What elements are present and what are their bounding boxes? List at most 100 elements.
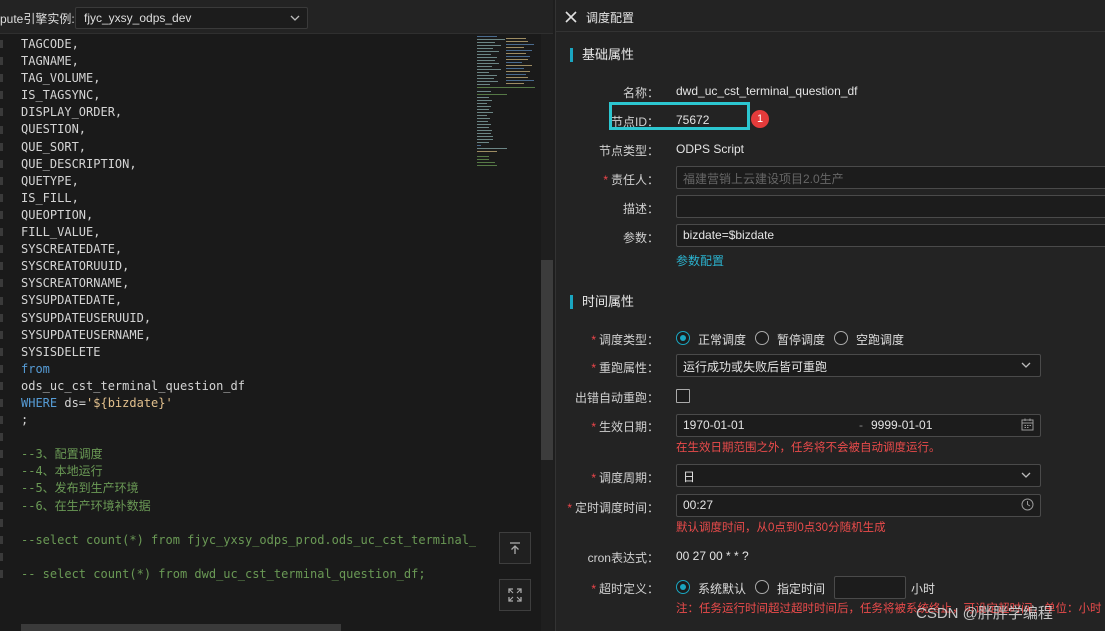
code-line[interactable]: SYSISDELETE — [21, 344, 476, 361]
code-line[interactable]: DISPLAY_ORDER, — [21, 104, 476, 121]
schedule-type-dryrun-label: 空跑调度 — [856, 333, 905, 347]
gutter-line-marker — [0, 399, 3, 408]
code-line[interactable]: ; — [21, 412, 476, 429]
arrow-up-icon — [510, 542, 520, 554]
scroll-to-top-button[interactable] — [499, 532, 531, 564]
gutter-line-marker — [0, 313, 3, 322]
code-line[interactable]: SYSUPDATEUSERNAME, — [21, 327, 476, 344]
name-label: 名称： — [622, 86, 659, 100]
timer-value: 00:27 — [683, 498, 714, 512]
engine-instance-select[interactable]: fjyc_yxsy_odps_dev — [75, 7, 308, 29]
params-input[interactable]: bizdate=$bizdate — [676, 224, 1105, 247]
gutter-line-marker — [0, 142, 3, 151]
horizontal-scrollbar-thumb[interactable] — [21, 624, 341, 631]
engine-instance-value: fjyc_yxsy_odps_dev — [84, 11, 192, 25]
schedule-config-panel: 调度配置 基础属性 名称： dwd_uc_cst_terminal_questi… — [555, 0, 1105, 631]
gutter-line-marker — [0, 382, 3, 390]
code-line[interactable]: from — [21, 361, 476, 378]
params-config-link[interactable]: 参数配置 — [676, 252, 724, 269]
code-line[interactable]: --5、发布到生产环境 — [21, 480, 476, 497]
gutter-line-marker — [0, 279, 3, 288]
effective-date-note: 在生效日期范围之外，任务将不会被自动调度运行。 — [676, 442, 941, 454]
code-line[interactable]: QUETYPE, — [21, 173, 476, 190]
gutter-line-marker — [0, 159, 3, 168]
gutter-line-marker — [0, 176, 3, 185]
code-line[interactable]: QUEOPTION, — [21, 207, 476, 224]
code-line[interactable]: TAGNAME, — [21, 53, 476, 70]
gutter-line-marker — [0, 553, 3, 561]
code-line[interactable]: SYSUPDATEUSERUUID, — [21, 310, 476, 327]
gutter-line-marker — [0, 193, 3, 202]
code-line[interactable]: --6、在生产环境补数据 — [21, 498, 476, 515]
code-line[interactable]: SYSCREATEDATE, — [21, 241, 476, 258]
timeout-unit-label: 小时 — [911, 582, 936, 596]
code-line[interactable]: QUE_DESCRIPTION, — [21, 156, 476, 173]
code-line[interactable] — [21, 515, 476, 532]
vertical-scrollbar-thumb[interactable] — [541, 260, 553, 460]
code-line[interactable] — [21, 429, 476, 446]
code-line[interactable]: IS_TAGSYNC, — [21, 87, 476, 104]
code-line[interactable]: --3、配置调度 — [21, 446, 476, 463]
gutter-line-marker — [0, 211, 3, 219]
code-line[interactable]: TAGCODE, — [21, 36, 476, 53]
cron-value: 00 27 00 * * ? — [676, 549, 749, 563]
timer-input[interactable]: 00:27 — [676, 494, 1041, 517]
code-line[interactable]: FILL_VALUE, — [21, 224, 476, 241]
node-type-value: ODPS Script — [676, 142, 745, 156]
effective-date-range[interactable]: 1970-01-01 - 9999-01-01 — [676, 414, 1041, 437]
close-icon[interactable] — [564, 6, 580, 26]
code-line[interactable]: --4、本地运行 — [21, 463, 476, 480]
description-label: 描述： — [622, 202, 659, 216]
description-input[interactable] — [676, 195, 1105, 218]
node-type-label: 节点类型： — [598, 144, 659, 158]
timeout-default-label: 系统默认 — [698, 582, 747, 596]
code-line[interactable]: SYSCREATORUUID, — [21, 258, 476, 275]
schedule-type-paused-radio[interactable] — [755, 331, 769, 345]
code-line[interactable]: -- select count(*) from dwd_uc_cst_termi… — [21, 566, 476, 583]
code-line[interactable]: QUESTION, — [21, 121, 476, 138]
schedule-type-dryrun-radio[interactable] — [834, 331, 848, 345]
timeout-default-radio[interactable] — [676, 580, 690, 594]
code-line[interactable]: QUE_SORT, — [21, 139, 476, 156]
minimap[interactable] — [476, 34, 541, 174]
cron-label: cron表达式： — [587, 551, 659, 565]
auto-retry-label: 出错自动重跑： — [574, 391, 659, 405]
gutter-line-marker — [0, 467, 3, 476]
code-area[interactable]: TAGCODE, TAGNAME, TAG_VOLUME, IS_TAGSYNC, DI… — [21, 36, 476, 626]
params-label: 参数： — [622, 231, 659, 245]
timeout-hours-input[interactable] — [834, 576, 906, 599]
effective-start-date[interactable]: 1970-01-01 — [683, 418, 744, 432]
gutter-line-marker — [0, 40, 3, 48]
code-line[interactable]: WHERE ds='${bizdate}' — [21, 395, 476, 412]
engine-instance-label: pute引擎实例: — [0, 12, 75, 26]
timeout-custom-radio[interactable] — [755, 580, 769, 594]
gutter-line-marker — [0, 501, 3, 510]
gutter-line-marker — [0, 570, 3, 579]
date-range-separator: - — [859, 418, 863, 432]
schedule-type-normal-radio[interactable] — [676, 331, 690, 345]
gutter-line-marker — [0, 125, 3, 134]
timer-label: * 定时调度时间： — [567, 501, 659, 515]
chevron-down-icon — [289, 9, 301, 30]
gutter-line-marker — [0, 416, 3, 425]
rerun-select[interactable]: 运行成功或失败后皆可重跑 — [676, 354, 1041, 377]
code-line[interactable]: ods_uc_cst_terminal_question_df — [21, 378, 476, 395]
auto-retry-checkbox[interactable] — [676, 389, 690, 403]
code-line[interactable]: TAG_VOLUME, — [21, 70, 476, 87]
effective-end-date[interactable]: 9999-01-01 — [871, 418, 932, 432]
fullscreen-button[interactable] — [499, 579, 531, 611]
period-label: * 调度周期： — [591, 471, 659, 485]
code-line[interactable] — [21, 549, 476, 566]
code-line[interactable]: IS_FILL, — [21, 190, 476, 207]
sql-editor[interactable]: pute引擎实例: fjyc_yxsy_odps_dev TAGCODE, TAG… — [0, 0, 553, 631]
owner-input[interactable]: 福建营销上云建设项目2.0生产 — [676, 166, 1105, 189]
code-line[interactable]: SYSCREATORNAME, — [21, 275, 476, 292]
period-select[interactable]: 日 — [676, 464, 1041, 487]
code-line[interactable]: --select count(*) from fjyc_yxsy_odps_pr… — [21, 532, 476, 549]
code-line[interactable]: SYSUPDATEDATE, — [21, 292, 476, 309]
gutter-line-marker — [0, 433, 3, 442]
schedule-type-paused-label: 暂停调度 — [777, 333, 826, 347]
gutter-line-marker — [0, 484, 3, 493]
gutter-line-marker — [0, 347, 3, 356]
timer-note: 默认调度时间，从0点到0点30分随机生成 — [676, 522, 886, 534]
